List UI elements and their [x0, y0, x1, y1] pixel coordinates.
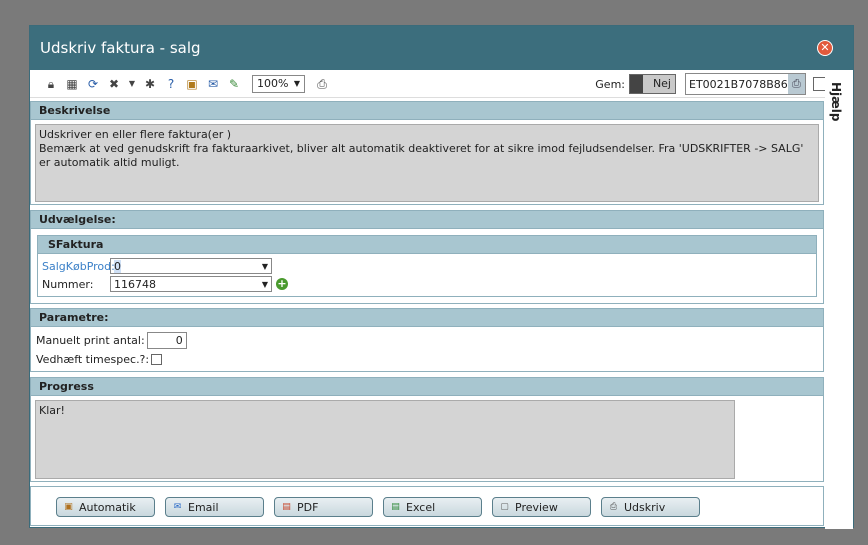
print-antal-label: Manuelt print antal:	[36, 333, 145, 347]
beskrivelse-section: Beskrivelse Udskriver en eller flere fak…	[30, 101, 824, 205]
tools-dropdown-icon[interactable]: ▼	[128, 77, 136, 91]
udvaelgelse-section: Udvælgelse: SFaktura SalgKøbProd: 0 ▼ Nu…	[30, 210, 824, 304]
automatik-label: Automatik	[79, 500, 136, 514]
beskrivelse-line-1: Udskriver en eller flere faktura(er )	[39, 128, 232, 141]
progress-status: Klar!	[39, 404, 65, 417]
save-icon[interactable]: ▣	[185, 77, 199, 91]
gem-area: Gem: Nej ET0021B7078B86 ⎙	[595, 73, 827, 95]
printer-icon[interactable]: ⎙	[787, 74, 805, 94]
pdf-label: PDF	[297, 500, 319, 514]
mail-icon[interactable]: ✉	[206, 77, 220, 91]
salgkobprod-combo[interactable]: 0 ▼	[110, 258, 272, 274]
pdf-button[interactable]: ▤ PDF	[274, 497, 373, 517]
sfaktura-subsection: SFaktura SalgKøbProd: 0 ▼ Nummer: 116748…	[37, 235, 817, 297]
timespec-label: Vedhæft timespec.?:	[36, 352, 150, 366]
parametre-section: Parametre: Manuelt print antal: 0 Vedhæf…	[30, 308, 824, 372]
edit-icon[interactable]: ✎	[227, 77, 241, 91]
progress-box: Klar!	[35, 400, 735, 479]
mail-icon: ✉	[173, 501, 182, 512]
help-label: Hjælp	[829, 82, 843, 122]
progress-section: Progress Klar!	[30, 377, 824, 482]
toggle-knob	[630, 75, 643, 93]
zoom-value: 100%	[257, 77, 289, 90]
excel-label: Excel	[406, 500, 436, 514]
timespec-checkbox[interactable]	[151, 353, 163, 365]
window-title: Udskriv faktura - salg	[40, 39, 201, 57]
email-label: Email	[188, 500, 219, 514]
lock-icon[interactable]: 🔒︎	[44, 77, 58, 91]
dialog-window: Udskriv faktura - salg ✕ 🔒︎ ▦ ⟳ ✖ ▼ ✱ ? …	[29, 25, 854, 529]
nummer-combo[interactable]: 116748 ▼	[110, 276, 272, 292]
beskrivelse-line-2: Bemærk at ved genudskrift fra fakturaark…	[39, 142, 804, 169]
excel-button[interactable]: ▤ Excel	[383, 497, 482, 517]
preview-icon: ▢	[500, 501, 509, 512]
print-antal-input[interactable]: 0	[146, 331, 187, 349]
printer-field[interactable]: ET0021B7078B86 ⎙	[685, 73, 806, 95]
toolbar: 🔒︎ ▦ ⟳ ✖ ▼ ✱ ? ▣ ✉ ✎ 100% ▼ ⎙ Gem: Nej E…	[30, 70, 827, 98]
salgkobprod-row: SalgKøbProd: 0 ▼	[38, 257, 816, 275]
print-antal-row: Manuelt print antal: 0	[31, 330, 823, 350]
preview-button[interactable]: ▢ Preview	[492, 497, 591, 517]
preview-label: Preview	[515, 500, 558, 514]
udvaelgelse-header: Udvælgelse:	[31, 211, 823, 229]
button-bar: ▣ Automatik ✉ Email ▤ PDF ▤ Excel ▢ Prev…	[30, 486, 824, 526]
pdf-icon: ▤	[282, 501, 291, 512]
salgkobprod-label[interactable]: SalgKøbProd:	[42, 260, 115, 273]
print-icon[interactable]: ⎙	[315, 77, 329, 91]
progress-header: Progress	[31, 378, 823, 396]
gem-label: Gem:	[595, 77, 625, 91]
timespec-row: Vedhæft timespec.?:	[31, 350, 823, 368]
email-button[interactable]: ✉ Email	[165, 497, 264, 517]
grid-icon[interactable]: ▦	[65, 77, 79, 91]
help-panel-tab[interactable]: Hjælp	[825, 70, 853, 529]
chevron-down-icon: ▼	[261, 279, 268, 289]
gem-toggle[interactable]: Nej	[629, 74, 676, 94]
automatik-button[interactable]: ▣ Automatik	[56, 497, 155, 517]
close-icon[interactable]: ✕	[817, 40, 833, 56]
print-icon: ⎙	[609, 501, 618, 512]
beskrivelse-header: Beskrivelse	[31, 102, 823, 120]
nummer-row: Nummer: 116748 ▼ +	[38, 275, 816, 293]
salgkobprod-value: 0	[114, 259, 121, 273]
bug-icon[interactable]: ✱	[143, 77, 157, 91]
help-icon[interactable]: ?	[164, 77, 178, 91]
zoom-select[interactable]: 100% ▼	[252, 74, 305, 93]
beskrivelse-text-box: Udskriver en eller flere faktura(er ) Be…	[35, 124, 819, 202]
nummer-label: Nummer:	[42, 277, 94, 291]
nummer-value: 116748	[114, 277, 156, 291]
sfaktura-header: SFaktura	[38, 236, 816, 254]
add-icon[interactable]: +	[276, 278, 288, 290]
printer-id: ET0021B7078B86	[689, 77, 788, 91]
automatik-icon: ▣	[64, 501, 73, 512]
title-bar: Udskriv faktura - salg ✕	[30, 26, 853, 70]
refresh-icon[interactable]: ⟳	[86, 77, 100, 91]
chevron-down-icon: ▼	[293, 79, 300, 88]
udskriv-label: Udskriv	[624, 500, 666, 514]
chevron-down-icon: ▼	[261, 261, 268, 271]
tools-icon[interactable]: ✖	[107, 77, 121, 91]
excel-icon: ▤	[391, 501, 400, 512]
parametre-header: Parametre:	[31, 309, 823, 327]
gem-toggle-text: Nej	[643, 75, 675, 93]
udskriv-button[interactable]: ⎙ Udskriv	[601, 497, 700, 517]
